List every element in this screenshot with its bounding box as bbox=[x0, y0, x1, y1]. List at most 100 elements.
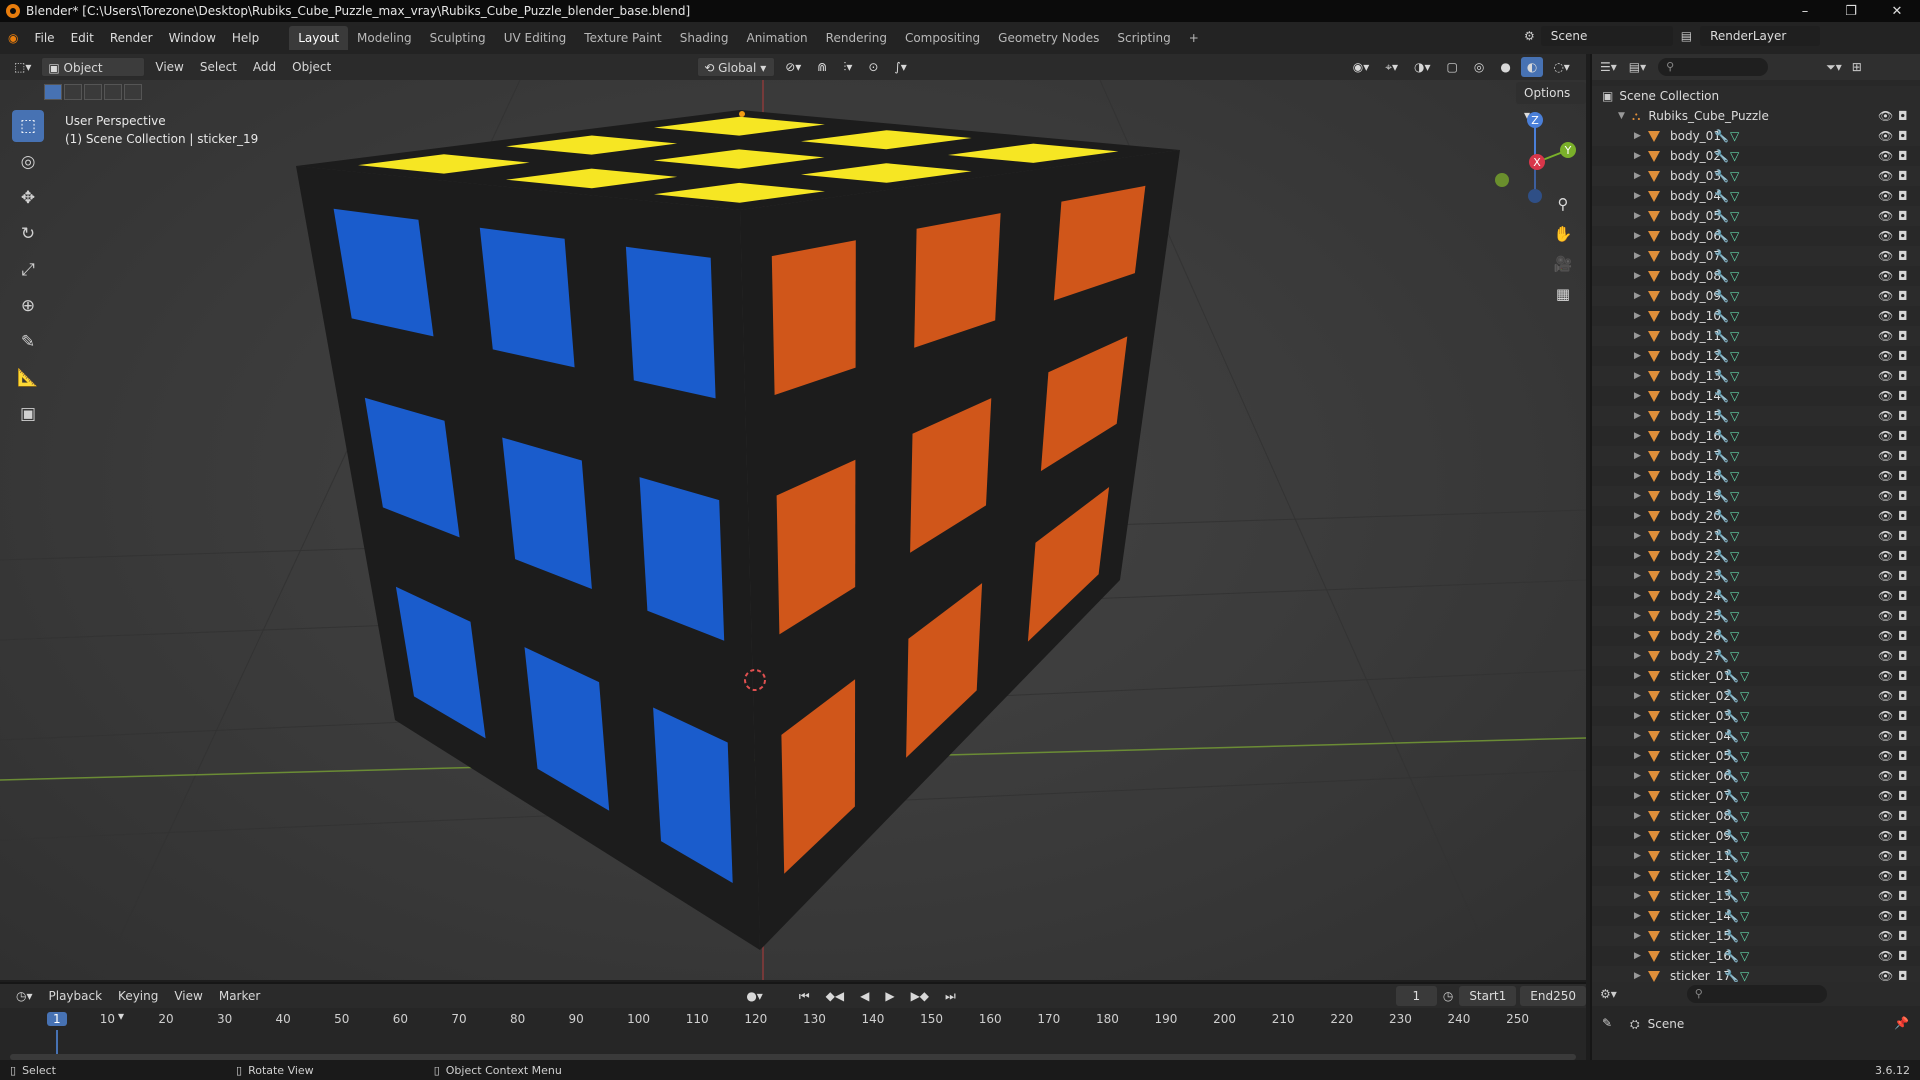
render-camera-icon[interactable]: ◘ bbox=[1898, 789, 1908, 803]
outliner-object-row[interactable]: ▶ body_18 🔧 ▽ 👁 ◘ bbox=[1592, 466, 1920, 486]
outliner-search-input[interactable]: ⚲ bbox=[1658, 58, 1769, 76]
render-camera-icon[interactable]: ◘ bbox=[1898, 449, 1908, 463]
visibility-eye-icon[interactable]: 👁 bbox=[1878, 489, 1893, 503]
camera-view-icon[interactable]: 🎥 bbox=[1552, 252, 1574, 276]
visibility-eye-icon[interactable]: 👁 bbox=[1878, 449, 1893, 463]
outliner-object-row[interactable]: ▶ body_05 🔧 ▽ 👁 ◘ bbox=[1592, 206, 1920, 226]
outliner-object-row[interactable]: ▶ body_07 🔧 ▽ 👁 ◘ bbox=[1592, 246, 1920, 266]
render-camera-icon[interactable]: ◘ bbox=[1898, 189, 1908, 203]
tool-properties-icon[interactable]: ✎ bbox=[1602, 1016, 1612, 1030]
expand-arrow-icon[interactable]: ▶ bbox=[1634, 251, 1644, 261]
modifier-wrench-icon[interactable]: 🔧 bbox=[1724, 669, 1739, 683]
render-camera-icon[interactable]: ◘ bbox=[1898, 509, 1908, 523]
render-camera-icon[interactable]: ◘ bbox=[1898, 589, 1908, 603]
mesh-data-icon[interactable]: ▽ bbox=[1730, 569, 1739, 583]
menu-render[interactable]: Render bbox=[102, 26, 161, 50]
filter-icon[interactable]: ⏷▾ bbox=[1826, 60, 1842, 75]
mesh-data-icon[interactable]: ▽ bbox=[1730, 529, 1739, 543]
restore-icon[interactable]: ❐ bbox=[1828, 0, 1874, 22]
visibility-eye-icon[interactable]: 👁 bbox=[1878, 509, 1893, 523]
visibility-eye-icon[interactable]: 👁 bbox=[1878, 569, 1893, 583]
menu-object[interactable]: Object bbox=[286, 57, 337, 77]
render-camera-icon[interactable]: ◘ bbox=[1898, 929, 1908, 943]
outliner-object-row[interactable]: ▶ sticker_14 🔧 ▽ 👁 ◘ bbox=[1592, 906, 1920, 926]
expand-arrow-icon[interactable]: ▶ bbox=[1634, 451, 1644, 461]
tab-modeling[interactable]: Modeling bbox=[348, 26, 421, 50]
left-face-sticker[interactable] bbox=[625, 246, 716, 399]
rubiks-cube[interactable] bbox=[296, 110, 1180, 950]
visibility-eye-icon[interactable]: 👁 bbox=[1878, 629, 1893, 643]
mesh-data-icon[interactable]: ▽ bbox=[1730, 229, 1739, 243]
modifier-wrench-icon[interactable]: 🔧 bbox=[1714, 549, 1729, 563]
3d-viewport[interactable]: User Perspective (1) Scene Collection | … bbox=[0, 80, 1586, 980]
visibility-eye-icon[interactable]: 👁 bbox=[1878, 189, 1893, 203]
render-camera-icon[interactable]: ◘ bbox=[1898, 549, 1908, 563]
modifier-wrench-icon[interactable]: 🔧 bbox=[1724, 869, 1739, 883]
render-camera-icon[interactable]: ◘ bbox=[1898, 149, 1908, 163]
tab-animation[interactable]: Animation bbox=[737, 26, 816, 50]
outliner-object-row[interactable]: ▶ body_24 🔧 ▽ 👁 ◘ bbox=[1592, 586, 1920, 606]
expand-arrow-icon[interactable]: ▶ bbox=[1634, 591, 1644, 601]
outliner-object-row[interactable]: ▶ sticker_16 🔧 ▽ 👁 ◘ bbox=[1592, 946, 1920, 966]
gizmo-neg-z-icon[interactable] bbox=[1528, 189, 1542, 203]
modifier-wrench-icon[interactable]: 🔧 bbox=[1724, 909, 1739, 923]
modifier-wrench-icon[interactable]: 🔧 bbox=[1714, 449, 1729, 463]
mesh-data-icon[interactable]: ▽ bbox=[1740, 669, 1749, 683]
menu-add[interactable]: Add bbox=[247, 57, 282, 77]
outliner-scene-collection[interactable]: ▣ Scene Collection bbox=[1592, 86, 1920, 106]
tab-compositing[interactable]: Compositing bbox=[896, 26, 989, 50]
menu-keying[interactable]: Keying ▾ bbox=[112, 986, 164, 1023]
expand-arrow-icon[interactable]: ▶ bbox=[1634, 391, 1644, 401]
visibility-icon[interactable]: ◉▾ bbox=[1347, 57, 1376, 77]
move-tool-icon[interactable]: ✥ bbox=[12, 182, 44, 214]
mesh-data-icon[interactable]: ▽ bbox=[1730, 329, 1739, 343]
timeline-editor-icon[interactable]: ◷▾ bbox=[10, 986, 39, 1006]
outliner-object-row[interactable]: ▶ body_12 🔧 ▽ 👁 ◘ bbox=[1592, 346, 1920, 366]
frame-clock-icon[interactable]: ◷ bbox=[1443, 989, 1453, 1003]
mesh-data-icon[interactable]: ▽ bbox=[1740, 949, 1749, 963]
render-layer-field[interactable]: RenderLayer bbox=[1700, 26, 1821, 46]
modifier-wrench-icon[interactable]: 🔧 bbox=[1714, 189, 1729, 203]
modifier-wrench-icon[interactable]: 🔧 bbox=[1714, 229, 1729, 243]
pivot-icon[interactable]: ⊘▾ bbox=[779, 57, 807, 77]
visibility-eye-icon[interactable]: 👁 bbox=[1878, 969, 1893, 983]
visibility-eye-icon[interactable]: 👁 bbox=[1878, 869, 1893, 883]
modifier-wrench-icon[interactable]: 🔧 bbox=[1714, 469, 1729, 483]
render-camera-icon[interactable]: ◘ bbox=[1898, 269, 1908, 283]
expand-arrow-icon[interactable]: ▶ bbox=[1634, 411, 1644, 421]
solid-shading-icon[interactable]: ● bbox=[1494, 57, 1516, 77]
render-camera-icon[interactable]: ◘ bbox=[1898, 489, 1908, 503]
render-layer-icon[interactable]: ▤ bbox=[1681, 29, 1692, 43]
render-camera-icon[interactable]: ◘ bbox=[1898, 229, 1908, 243]
visibility-eye-icon[interactable]: 👁 bbox=[1878, 249, 1893, 263]
expand-arrow-icon[interactable]: ▶ bbox=[1634, 311, 1644, 321]
outliner-object-row[interactable]: ▶ body_25 🔧 ▽ 👁 ◘ bbox=[1592, 606, 1920, 626]
render-camera-icon[interactable]: ◘ bbox=[1898, 109, 1908, 123]
play-icon[interactable]: ▶ bbox=[879, 986, 900, 1006]
expand-arrow-icon[interactable]: ▶ bbox=[1634, 471, 1644, 481]
expand-arrow-icon[interactable]: ▶ bbox=[1634, 231, 1644, 241]
render-camera-icon[interactable]: ◘ bbox=[1898, 889, 1908, 903]
outliner-object-row[interactable]: ▶ body_11 🔧 ▽ 👁 ◘ bbox=[1592, 326, 1920, 346]
mesh-data-icon[interactable]: ▽ bbox=[1730, 369, 1739, 383]
mesh-data-icon[interactable]: ▽ bbox=[1730, 249, 1739, 263]
expand-arrow-icon[interactable]: ▶ bbox=[1634, 711, 1644, 721]
modifier-wrench-icon[interactable]: 🔧 bbox=[1714, 329, 1729, 343]
modifier-wrench-icon[interactable]: 🔧 bbox=[1724, 769, 1739, 783]
add-cube-tool-icon[interactable]: ▣ bbox=[12, 398, 44, 430]
jump-start-icon[interactable]: ⏮ bbox=[793, 986, 816, 1006]
outliner-object-row[interactable]: ▶ body_17 🔧 ▽ 👁 ◘ bbox=[1592, 446, 1920, 466]
tab-texture-paint[interactable]: Texture Paint bbox=[575, 26, 670, 50]
expand-arrow-icon[interactable]: ▶ bbox=[1634, 551, 1644, 561]
modifier-wrench-icon[interactable]: 🔧 bbox=[1714, 169, 1729, 183]
outliner-object-row[interactable]: ▶ body_10 🔧 ▽ 👁 ◘ bbox=[1592, 306, 1920, 326]
visibility-eye-icon[interactable]: 👁 bbox=[1878, 309, 1893, 323]
outliner-object-row[interactable]: ▶ sticker_04 🔧 ▽ 👁 ◘ bbox=[1592, 726, 1920, 746]
visibility-eye-icon[interactable]: 👁 bbox=[1878, 429, 1893, 443]
menu-marker[interactable]: Marker bbox=[213, 986, 266, 1006]
display-mode-icon[interactable]: ▤▾ bbox=[1629, 60, 1646, 74]
outliner-object-row[interactable]: ▶ body_16 🔧 ▽ 👁 ◘ bbox=[1592, 426, 1920, 446]
tab-rendering[interactable]: Rendering bbox=[817, 26, 896, 50]
visibility-eye-icon[interactable]: 👁 bbox=[1878, 949, 1893, 963]
expand-arrow-icon[interactable]: ▶ bbox=[1634, 511, 1644, 521]
